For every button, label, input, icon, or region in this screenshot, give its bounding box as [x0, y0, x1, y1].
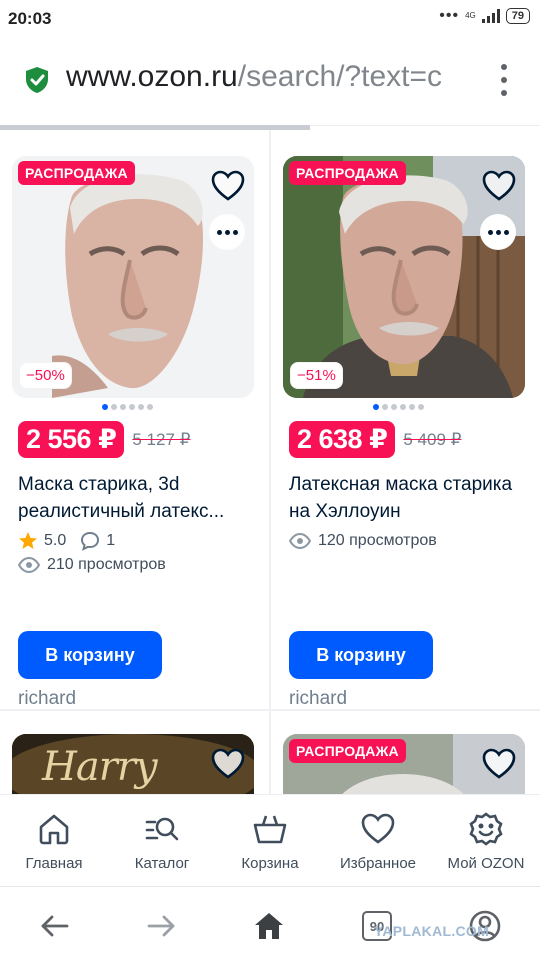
more-options-icon[interactable]: [209, 214, 245, 250]
product-views: 210 просмотров: [18, 556, 166, 574]
add-to-cart-button[interactable]: В корзину: [289, 631, 433, 679]
basket-icon: [253, 815, 287, 844]
favorite-heart-icon[interactable]: [481, 746, 517, 782]
comment-icon: [81, 531, 100, 551]
forward-arrow-icon[interactable]: [144, 909, 178, 943]
home-icon[interactable]: [252, 909, 286, 943]
nav-catalog[interactable]: Каталог: [108, 795, 216, 886]
rating-value: 5.0: [44, 532, 67, 549]
battery-icon: 79: [505, 8, 530, 24]
favorite-heart-icon[interactable]: [210, 168, 246, 204]
smile-icon: [469, 812, 503, 846]
favorite-heart-icon[interactable]: [481, 168, 517, 204]
nav-favorites[interactable]: Избранное: [324, 795, 432, 886]
status-bar: 20:03 ••• 4G 79: [0, 0, 540, 36]
nav-cart[interactable]: Корзина: [216, 795, 324, 886]
product-image[interactable]: РАСПРОДАЖА: [283, 734, 525, 794]
product-title[interactable]: Латексная маска старика на Хэллоуин: [289, 471, 529, 525]
status-time: 20:03: [8, 9, 52, 28]
product-image[interactable]: Harry Potter: [12, 734, 254, 794]
network-type: 4G: [465, 11, 476, 20]
nav-my-ozon[interactable]: Мой OZON: [432, 795, 540, 886]
product-price: 2 556 ₽: [18, 421, 125, 458]
browser-bottom-toolbar: 90 YAPLAKAL.COM: [0, 886, 540, 960]
seller-name[interactable]: richard: [18, 688, 76, 710]
app-bottom-nav: Главная Каталог Корзина Избранное Мой OZ…: [0, 794, 540, 886]
more-options-icon[interactable]: [480, 214, 516, 250]
product-rating: 5.0 1: [18, 531, 115, 551]
notification-dots-icon: •••: [439, 7, 460, 24]
add-to-cart-button[interactable]: В корзину: [18, 631, 162, 679]
image-carousel-dots: [102, 404, 153, 410]
watermark-text: YAPLAKAL.COM: [374, 923, 490, 939]
discount-badge: −50%: [19, 362, 72, 389]
browser-url-bar[interactable]: www.ozon.ru/search/?text=c: [0, 36, 540, 122]
shield-check-icon: [26, 67, 48, 93]
old-price: 5 127 ₽: [132, 429, 191, 449]
sale-badge: РАСПРОДАЖА: [289, 739, 406, 763]
product-grid: РАСПРОДАЖА −50% 2 556 ₽ 5 127 ₽ Маска ст…: [0, 130, 540, 794]
sale-badge: РАСПРОДАЖА: [289, 161, 406, 185]
favorite-heart-icon[interactable]: [210, 746, 246, 782]
url-text[interactable]: www.ozon.ru/search/?text=c: [66, 60, 476, 94]
product-price: 2 638 ₽: [289, 421, 396, 458]
signal-icon: [481, 9, 500, 23]
seller-name[interactable]: richard: [289, 688, 347, 710]
eye-icon: [289, 533, 311, 549]
nav-home[interactable]: Главная: [0, 795, 108, 886]
eye-icon: [18, 557, 40, 573]
home-icon: [39, 814, 69, 845]
star-icon: [19, 532, 37, 549]
back-arrow-icon[interactable]: [38, 909, 72, 943]
image-carousel-dots: [373, 404, 424, 410]
catalog-search-icon: [145, 817, 179, 841]
product-title[interactable]: Маска старика, 3d реалистичный латекс...: [18, 471, 258, 525]
browser-menu-icon[interactable]: [494, 64, 514, 96]
old-price: 5 409 ₽: [403, 429, 462, 449]
discount-badge: −51%: [290, 362, 343, 389]
sale-badge: РАСПРОДАЖА: [18, 161, 135, 185]
product-image[interactable]: РАСПРОДАЖА −50%: [12, 156, 254, 398]
product-image[interactable]: РАСПРОДАЖА −51%: [283, 156, 525, 398]
product-views: 120 просмотров: [289, 532, 437, 550]
heart-icon: [361, 813, 395, 844]
review-count: 1: [106, 532, 116, 549]
